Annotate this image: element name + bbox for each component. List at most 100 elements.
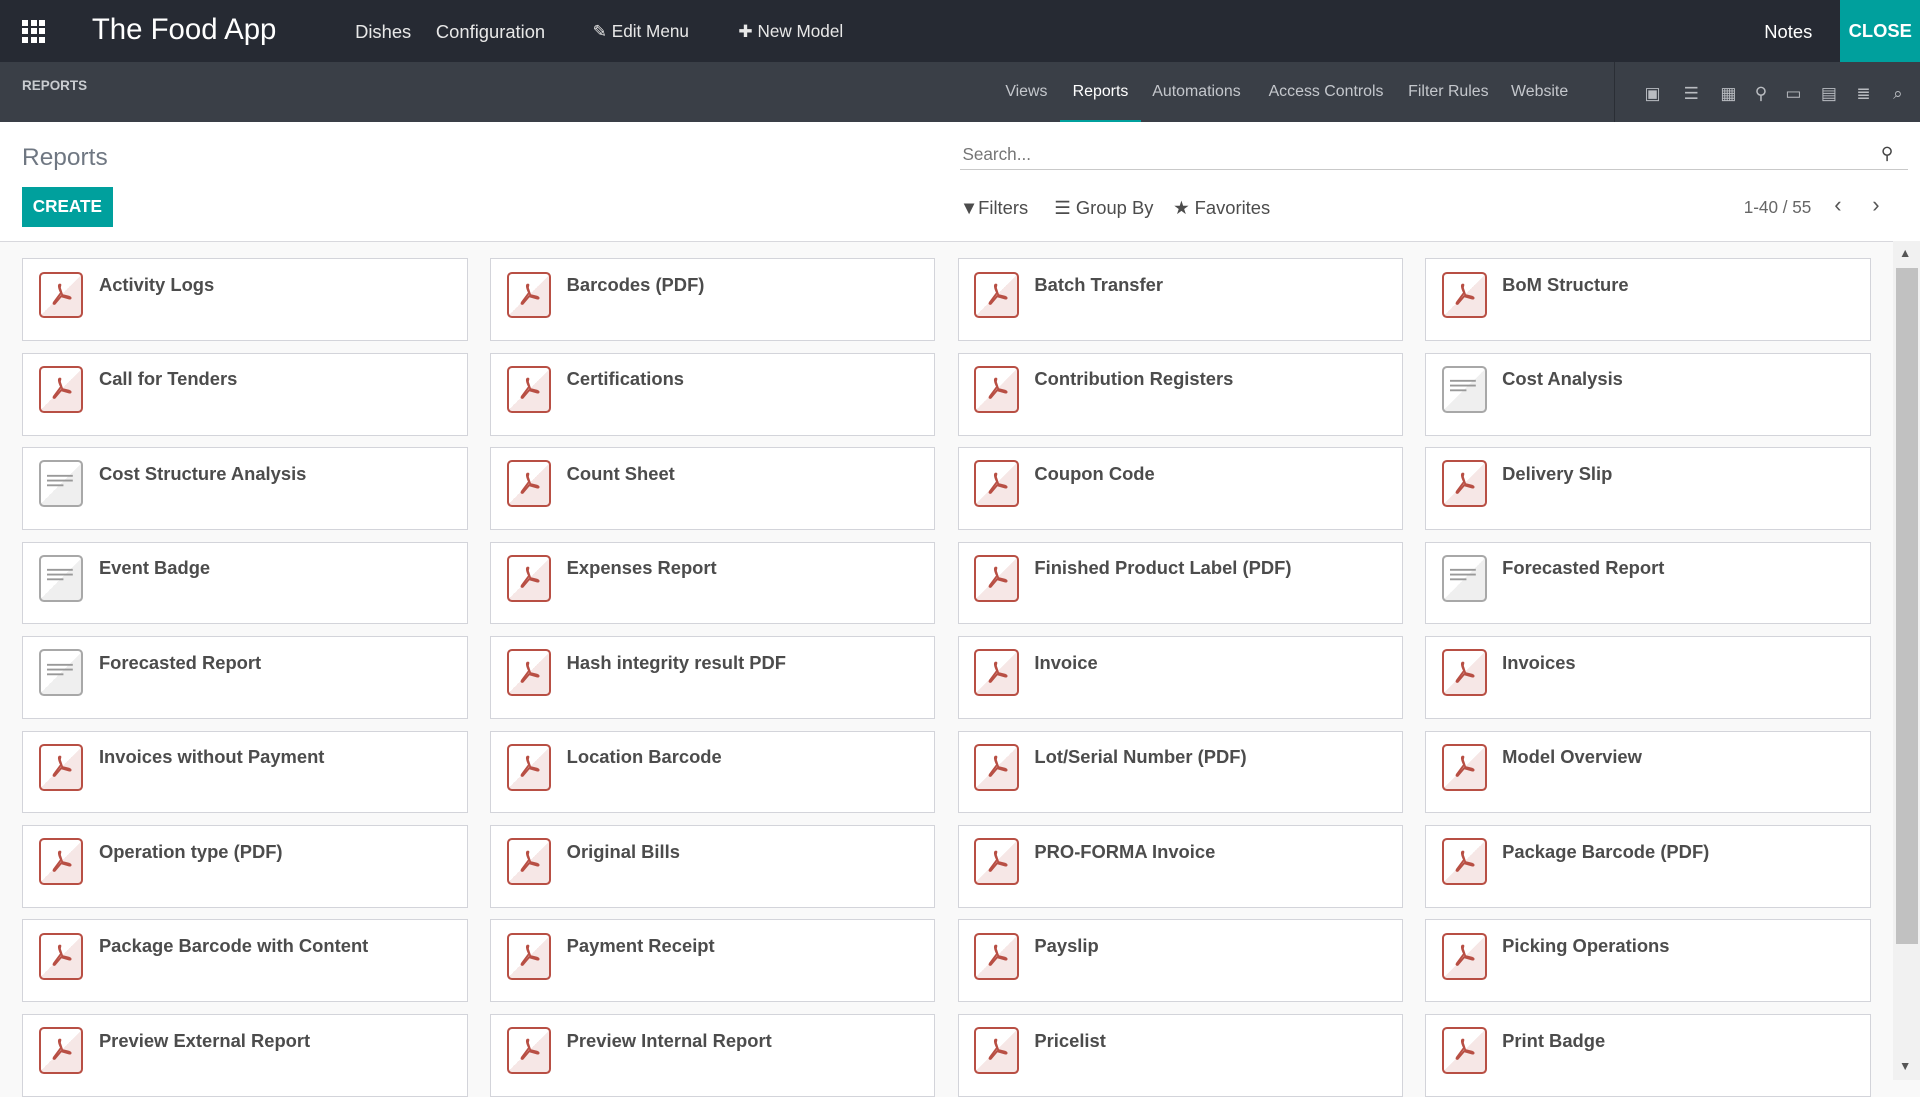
report-card[interactable]: Barcodes (PDF) (489, 258, 936, 342)
kanban-icon[interactable]: ▣ (1645, 83, 1661, 104)
tab-automations[interactable]: Automations (1152, 83, 1240, 101)
favorites-label: Favorites (1194, 197, 1271, 219)
scrollbar-thumb[interactable] (1895, 268, 1918, 945)
tab-access-controls[interactable]: Access Controls (1269, 83, 1384, 101)
report-card[interactable]: Hash integrity result PDF (489, 636, 936, 719)
grid-icon[interactable]: ▦ (1720, 83, 1736, 104)
pdf-icon (974, 932, 1019, 980)
report-card[interactable]: Invoice (957, 636, 1404, 719)
report-card[interactable]: Batch Transfer (957, 258, 1404, 342)
report-card[interactable]: Preview Internal Report (489, 1013, 936, 1097)
report-card[interactable]: Cost Analysis (1425, 352, 1871, 436)
group-by-button[interactable]: ☰ Group By (1054, 197, 1153, 219)
report-name: Hash integrity result PDF (566, 651, 787, 673)
report-card[interactable]: Coupon Code (957, 447, 1404, 531)
report-name: Finished Product Label (PDF) (1034, 557, 1292, 579)
tab-views[interactable]: Views (1005, 83, 1047, 101)
pdf-icon (506, 554, 552, 602)
divider (1613, 62, 1616, 123)
report-card[interactable]: Payment Receipt (489, 919, 936, 1003)
report-card[interactable]: Model Overview (1425, 730, 1871, 814)
report-card[interactable]: Operation type (PDF) (22, 824, 468, 908)
report-name: Batch Transfer (1034, 274, 1163, 296)
report-card[interactable]: Cost Structure Analysis (22, 447, 468, 531)
form-icon[interactable]: ≣ (1856, 83, 1870, 104)
group-by-label: Group By (1075, 197, 1154, 219)
menu-dishes[interactable]: Dishes (355, 21, 411, 43)
pdf-icon (1442, 932, 1487, 980)
report-card[interactable]: PRO-FORMA Invoice (957, 824, 1404, 908)
search-input[interactable] (960, 139, 1908, 170)
report-card[interactable]: Forecasted Report (1425, 541, 1871, 625)
report-card[interactable]: Activity Logs (22, 258, 468, 342)
report-card[interactable]: Call for Tenders (22, 352, 468, 436)
pager-next-icon[interactable]: › (1872, 192, 1879, 218)
report-name: Invoices (1502, 651, 1576, 673)
report-card[interactable]: Expenses Report (489, 541, 936, 625)
scroll-up-icon[interactable]: ▲ (1899, 246, 1911, 260)
notes-button[interactable]: Notes (1764, 21, 1812, 43)
document-text-icon (38, 554, 84, 602)
report-card[interactable]: Picking Operations (1425, 919, 1871, 1003)
page-title: Reports (22, 144, 108, 172)
report-name: Operation type (PDF) (98, 840, 283, 862)
report-card[interactable]: Contribution Registers (957, 352, 1404, 436)
report-card[interactable]: Invoices without Payment (22, 730, 468, 814)
report-name: Cost Structure Analysis (98, 462, 307, 484)
document-text-icon (38, 460, 84, 508)
report-card[interactable]: Original Bills (489, 824, 936, 908)
search-icon[interactable]: ⚲ (1881, 143, 1894, 164)
scroll-down-icon[interactable]: ▼ (1899, 1059, 1911, 1073)
document-text-icon (1442, 366, 1487, 413)
tab-filter-rules[interactable]: Filter Rules (1408, 83, 1488, 101)
report-card[interactable]: Payslip (957, 919, 1404, 1003)
report-name: Payment Receipt (566, 935, 715, 957)
report-card[interactable]: Location Barcode (489, 730, 936, 814)
report-card[interactable]: Certifications (489, 352, 936, 436)
pager-previous-icon[interactable]: ‹ (1834, 192, 1841, 218)
report-name: Location Barcode (566, 746, 722, 768)
report-card[interactable]: Count Sheet (489, 447, 936, 531)
edit-menu-button[interactable]: ✎ Edit Menu (593, 21, 689, 42)
pager-value[interactable]: 1-40 / 55 (1744, 197, 1812, 218)
report-card[interactable]: Finished Product Label (PDF) (957, 541, 1404, 625)
report-card[interactable]: Event Badge (22, 541, 468, 625)
new-model-button[interactable]: ✚ New Model (738, 21, 843, 42)
report-name: Cost Analysis (1502, 368, 1623, 390)
report-name: Delivery Slip (1502, 462, 1613, 484)
tab-website[interactable]: Website (1511, 83, 1568, 101)
report-card[interactable]: Invoices (1425, 636, 1871, 719)
pdf-icon (974, 271, 1019, 319)
report-name: Coupon Code (1034, 462, 1155, 484)
favorites-button[interactable]: ★ Favorites (1173, 197, 1270, 219)
report-name: Invoices without Payment (98, 746, 325, 768)
report-card[interactable]: Preview External Report (22, 1013, 468, 1097)
pdf-icon (506, 1027, 552, 1074)
report-card[interactable]: Lot/Serial Number (PDF) (957, 730, 1404, 814)
report-name: Package Barcode (PDF) (1502, 840, 1710, 862)
report-card[interactable]: Print Badge (1425, 1013, 1871, 1097)
report-card[interactable]: Forecasted Report (22, 636, 468, 719)
pdf-icon (506, 649, 552, 697)
list-icon[interactable]: ☰ (1684, 83, 1699, 104)
apps-menu-icon[interactable] (22, 19, 46, 43)
menu-configuration[interactable]: Configuration (436, 21, 545, 43)
create-button[interactable]: CREATE (22, 187, 113, 227)
pivot-icon[interactable]: ▤ (1821, 83, 1837, 104)
report-name: Picking Operations (1502, 935, 1670, 957)
close-button[interactable]: CLOSE (1840, 0, 1920, 63)
map-pin-icon[interactable]: ⚲ (1755, 83, 1768, 104)
scrollbar[interactable]: ▲ ▼ (1893, 241, 1920, 1080)
search-icon[interactable]: ⌕ (1893, 83, 1903, 104)
tab-reports[interactable]: Reports (1073, 83, 1129, 101)
pdf-icon (974, 1027, 1019, 1074)
app-name[interactable]: The Food App (92, 13, 277, 47)
report-card[interactable]: Package Barcode with Content (22, 919, 468, 1003)
filters-button[interactable]: ▼Filters (960, 197, 1028, 219)
report-card[interactable]: Package Barcode (PDF) (1425, 824, 1871, 908)
report-card[interactable]: BoM Structure (1425, 258, 1871, 342)
calendar-icon[interactable]: ▭ (1785, 83, 1801, 104)
pdf-icon (974, 743, 1019, 791)
report-card[interactable]: Delivery Slip (1425, 447, 1871, 531)
report-card[interactable]: Pricelist (957, 1013, 1404, 1097)
